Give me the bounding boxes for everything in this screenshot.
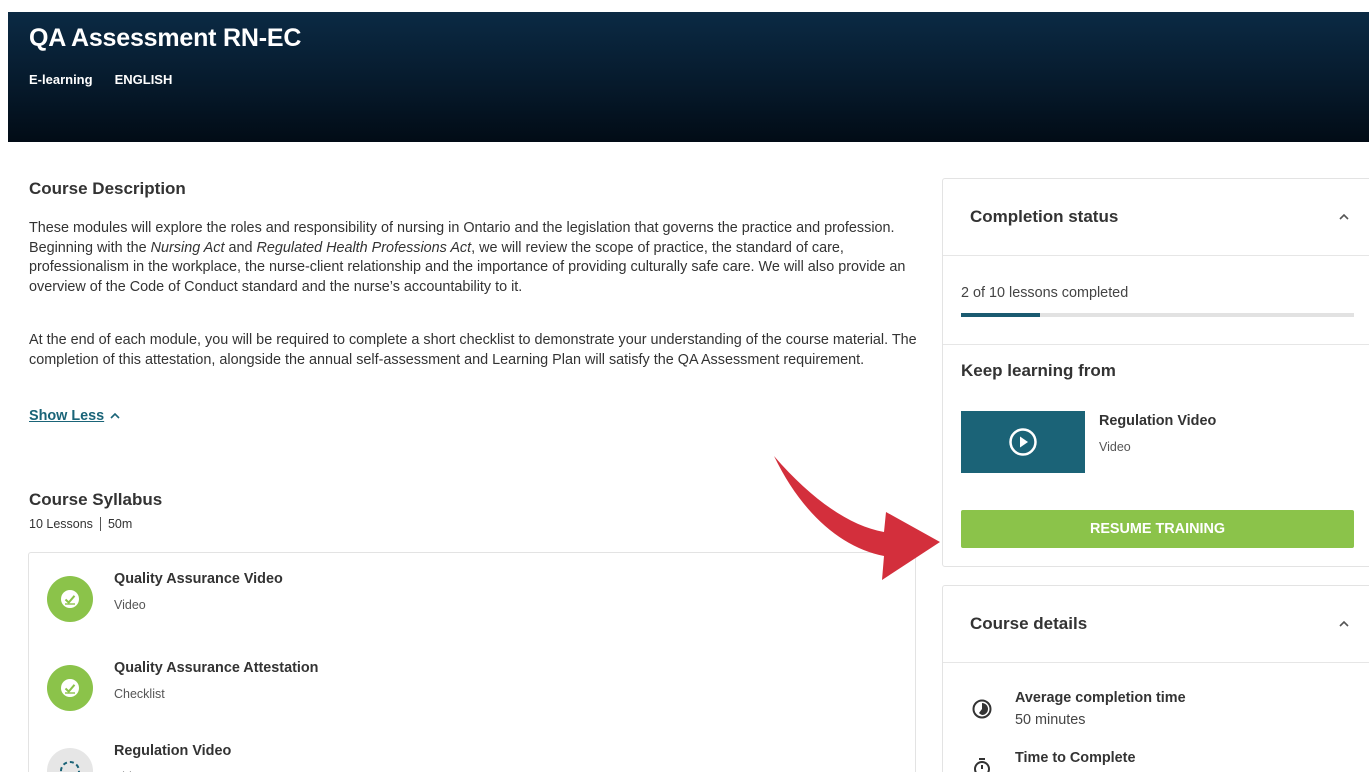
progress-bar-fill [961,313,1040,317]
lesson-name: Regulation Video [114,743,232,759]
course-title: QA Assessment RN-EC [29,24,302,52]
divider [943,344,1369,345]
stopwatch-icon [974,758,990,772]
divider [99,517,101,531]
completion-status-card: Completion status 2 of 10 lessons comple… [942,178,1369,567]
list-item[interactable]: Quality Assurance Video Video [47,571,847,631]
course-duration: 50m [107,517,133,531]
keep-learning-heading: Keep learning from [961,361,1116,380]
course-header-banner: QA Assessment RN-EC E-learning ENGLISH [8,12,1369,142]
course-description-paragraph-1: These modules will explore the roles and… [29,220,906,295]
lesson-type: Checklist [114,687,165,701]
list-item[interactable]: Quality Assurance Attestation Checklist [47,660,847,720]
divider [943,255,1369,256]
resume-training-button[interactable]: RESUME TRAINING [961,510,1354,548]
clock-half-icon [972,699,992,719]
progress-bar [961,313,1354,317]
course-meta: E-learning ENGLISH [29,72,172,87]
completion-status-heading: Completion status [970,207,1119,226]
chevron-up-icon[interactable] [1337,210,1351,224]
course-description-paragraph-2: At the end of each module, you will be r… [29,332,917,368]
chevron-up-icon[interactable] [1337,617,1351,631]
course-type: E-learning [29,72,93,87]
lesson-type: Video [114,598,146,612]
course-description-heading: Course Description [29,179,186,198]
play-icon [1009,428,1037,456]
completed-check-icon [47,576,93,622]
chevron-up-icon [110,412,120,419]
course-details-card: Course details Average completion time 5… [942,585,1369,772]
completed-check-icon [47,665,93,711]
in-progress-icon [47,748,93,772]
course-language: ENGLISH [114,72,173,87]
current-lesson-thumbnail[interactable] [961,411,1085,473]
syllabus-summary: 10 Lessons 50m [29,517,132,531]
divider [943,662,1369,663]
course-syllabus-heading: Course Syllabus [29,490,163,509]
lesson-name: Quality Assurance Video [114,571,283,587]
current-lesson-type: Video [1099,440,1131,454]
red-arrow-annotation [774,456,940,580]
progress-text: 2 of 10 lessons completed [961,285,1129,301]
lesson-count: 10 Lessons [29,517,93,531]
show-less-label: Show Less [29,408,105,424]
lesson-name: Quality Assurance Attestation [114,660,319,676]
average-completion-time-value: 50 minutes [1015,712,1086,728]
list-item[interactable]: Regulation Video Video [47,743,847,772]
current-lesson-name: Regulation Video [1099,413,1217,429]
average-completion-time-label: Average completion time [1015,690,1186,706]
show-less-link[interactable]: Show Less [29,408,120,424]
course-details-heading: Course details [970,614,1088,633]
time-to-complete-label: Time to Complete [1015,750,1136,766]
